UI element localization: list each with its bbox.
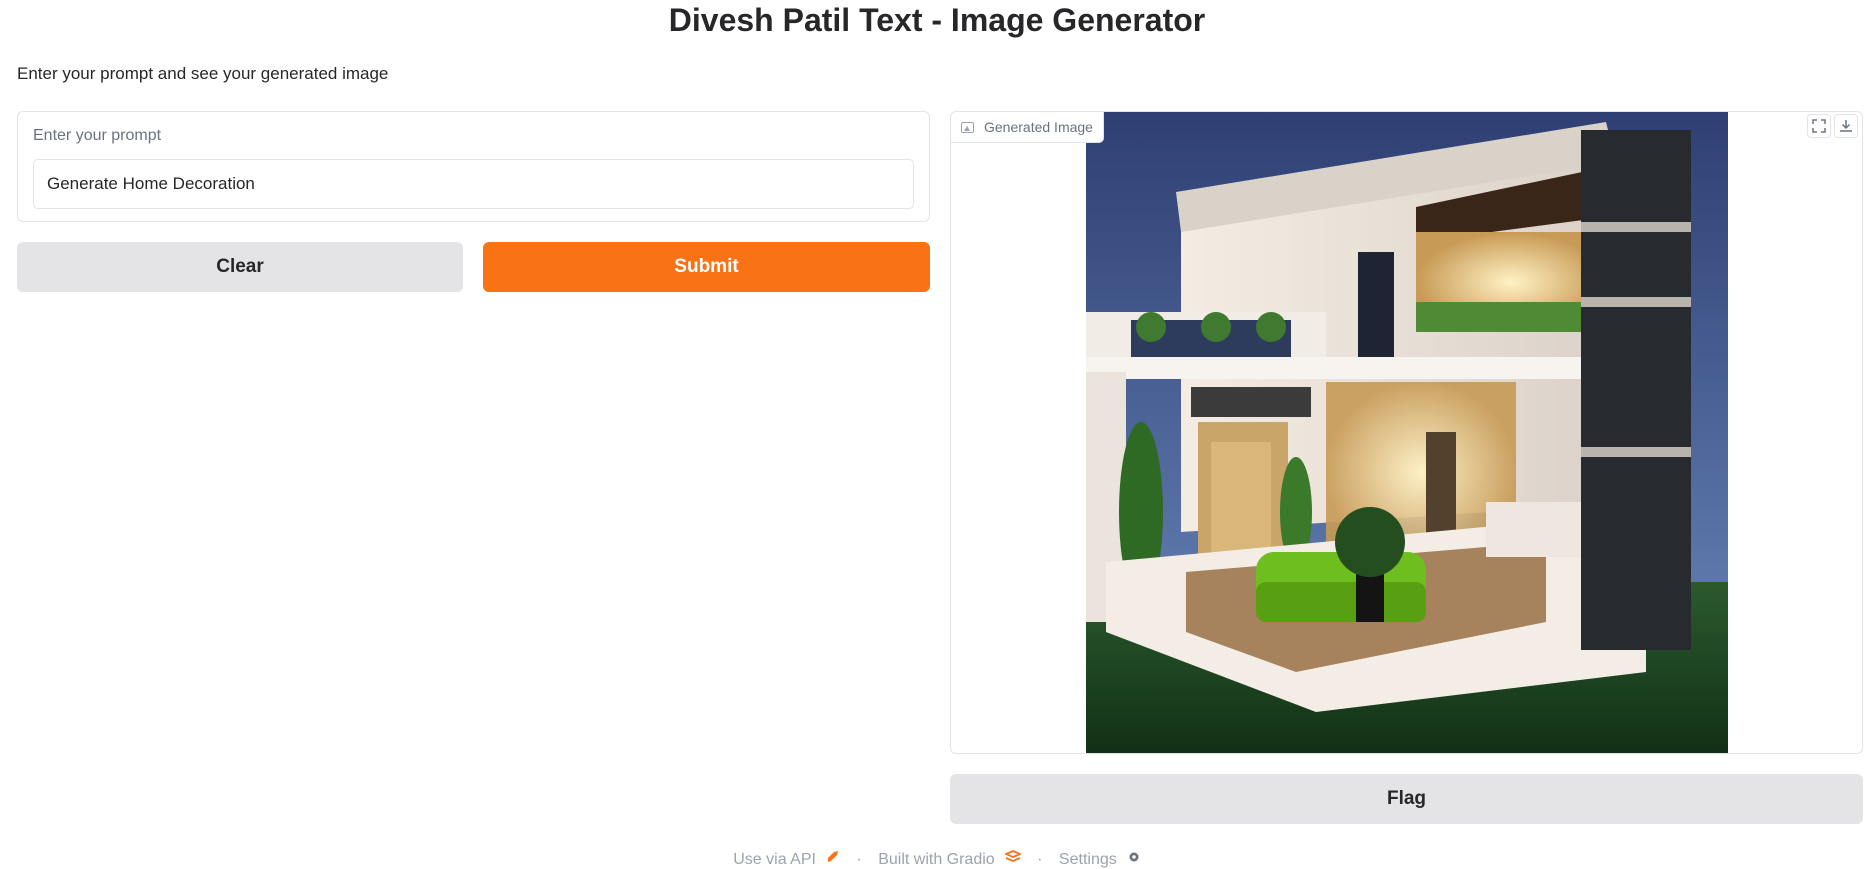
settings-link[interactable]: Settings [1059, 851, 1117, 868]
submit-button[interactable]: Submit [483, 242, 930, 292]
footer: Use via API · Built with Gradio · Settin… [0, 850, 1874, 869]
image-label-badge: Generated Image [951, 112, 1104, 143]
page-description: Enter your prompt and see your generated… [17, 64, 389, 83]
use-via-api-link[interactable]: Use via API [733, 851, 816, 868]
fullscreen-icon[interactable] [1807, 114, 1831, 138]
image-icon [961, 121, 974, 133]
clear-button[interactable]: Clear [17, 242, 463, 292]
flag-button[interactable]: Flag [950, 774, 1863, 824]
page-title: Divesh Patil Text - Image Generator [668, 2, 1206, 38]
built-with-gradio-link[interactable]: Built with Gradio [878, 851, 995, 868]
generated-image [1086, 112, 1728, 753]
image-toolbar [1807, 114, 1858, 138]
generated-image-panel: Generated Image [950, 111, 1863, 754]
download-icon[interactable] [1834, 114, 1858, 138]
prompt-label: Enter your prompt [33, 127, 162, 144]
prompt-input[interactable] [33, 159, 914, 209]
rocket-icon [826, 850, 840, 869]
prompt-textbox-block: Enter your prompt [17, 111, 930, 222]
gear-icon [1127, 850, 1141, 869]
footer-separator: · [856, 850, 862, 868]
footer-separator: · [1037, 850, 1043, 868]
image-label-text: Generated Image [984, 119, 1093, 135]
gradio-logo-icon [1003, 850, 1022, 869]
